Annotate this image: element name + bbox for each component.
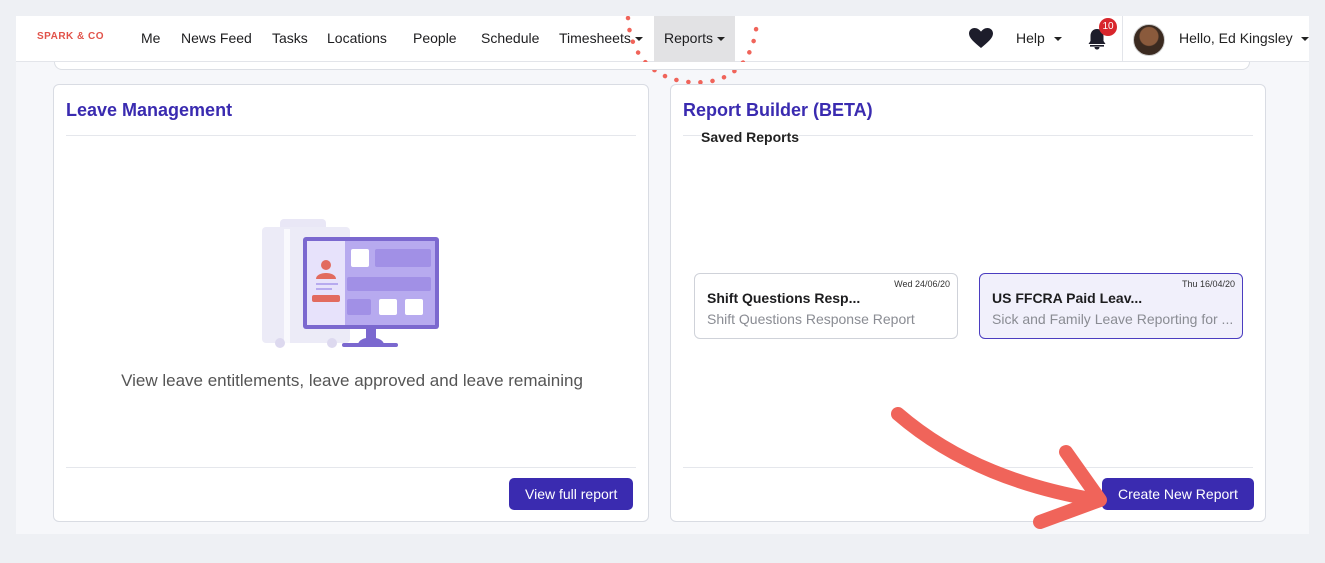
saved-report-tile[interactable]: Wed 24/06/20 Shift Questions Resp... Shi… [694,273,958,339]
brand-logo[interactable]: SPARK & CO [37,31,104,42]
nav-item-reports-label: Reports [664,30,714,46]
caret-down-icon [1300,37,1309,42]
notification-badge: 10 [1099,18,1117,36]
report-subtitle: Shift Questions Response Report [707,311,915,327]
divider [683,467,1253,468]
card-title: Report Builder (BETA) [683,100,873,120]
nav-item-locations[interactable]: Locations [327,16,387,62]
nav-item-news-feed[interactable]: News Feed [181,16,252,62]
nav-item-me[interactable]: Me [141,16,160,62]
top-navbar: SPARK & CO Me News Feed Tasks Locations … [16,16,1309,62]
create-new-report-button[interactable]: Create New Report [1102,478,1254,510]
nav-item-schedule[interactable]: Schedule [481,16,539,62]
report-title: Shift Questions Resp... [707,290,861,306]
nav-item-people[interactable]: People [413,16,457,62]
saved-report-tile[interactable]: Thu 16/04/20 US FFCRA Paid Leav... Sick … [979,273,1243,339]
report-builder-card: Report Builder (BETA) Saved Reports Wed … [670,84,1266,522]
view-full-report-button[interactable]: View full report [509,478,634,510]
app-window: SPARK & CO Me News Feed Tasks Locations … [16,16,1309,534]
report-title: US FFCRA Paid Leav... [992,290,1143,306]
nav-item-timesheets[interactable]: Timesheets [559,16,643,62]
user-menu[interactable]: Hello, Ed Kingsley [1179,16,1309,61]
divider [66,135,636,136]
report-date: Thu 16/04/20 [1181,279,1235,289]
nav-item-tasks[interactable]: Tasks [272,16,308,62]
leave-description: View leave entitlements, leave approved … [121,371,583,390]
report-subtitle: Sick and Family Leave Reporting for ... [992,311,1234,327]
caret-down-icon [1053,37,1062,42]
caret-down-icon [717,37,726,42]
leave-management-card: Leave Management View leave entitlements… [53,84,649,522]
report-date: Wed 24/06/20 [894,279,950,289]
nav-item-timesheets-label: Timesheets [559,30,631,46]
divider [66,467,636,468]
heart-icon[interactable] [968,27,994,49]
saved-reports-label: Saved Reports [701,129,800,145]
greeting-label: Hello, Ed Kingsley [1179,30,1293,46]
caret-down-icon [634,37,643,42]
help-label: Help [1016,30,1045,46]
help-menu[interactable]: Help [1016,16,1062,61]
previous-card-edge [54,62,1250,70]
nav-item-reports[interactable]: Reports [654,16,736,62]
leave-illustration [262,219,439,348]
nav-divider [1122,16,1123,62]
avatar[interactable] [1133,24,1165,56]
card-title: Leave Management [66,100,233,120]
